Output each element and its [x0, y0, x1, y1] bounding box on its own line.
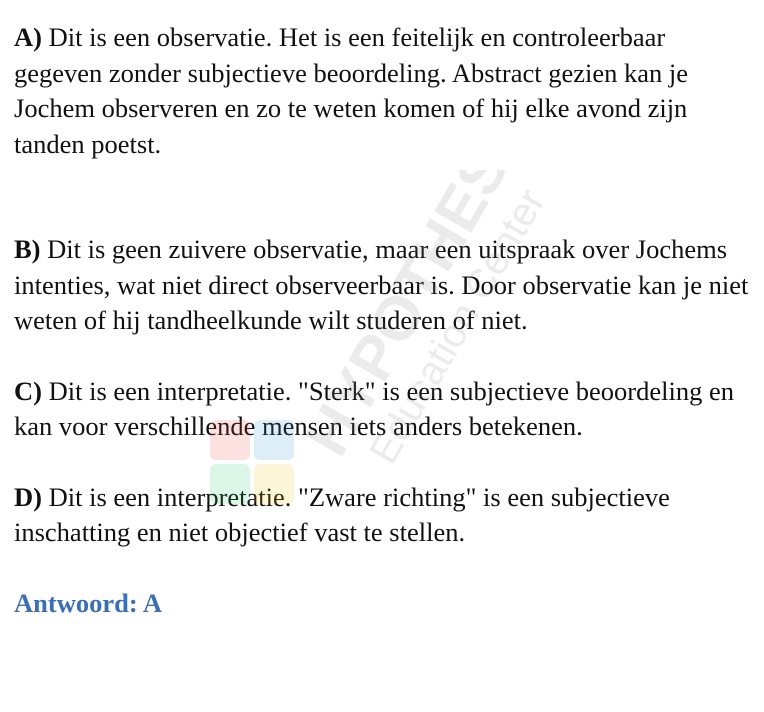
option-c: C) Dit is een interpretatie. "Sterk" is … [14, 374, 758, 445]
option-c-text: Dit is een interpretatie. "Sterk" is een… [14, 375, 734, 442]
option-a-text: Dit is een observatie. Het is een feitel… [14, 22, 689, 159]
option-d-label: D) [14, 481, 42, 512]
option-d-text: Dit is een interpretatie. "Zware richtin… [14, 481, 670, 548]
option-c-label: C) [14, 375, 42, 406]
option-b-label: B) [14, 234, 41, 264]
option-b-text: Dit is geen zuivere observatie, maar een… [14, 234, 749, 335]
option-a-label: A) [14, 22, 42, 52]
option-d: D) Dit is een interpretatie. "Zware rich… [14, 480, 758, 551]
document-body: A) Dit is een observatie. Het is een fei… [14, 20, 758, 648]
option-b: B) Dit is geen zuivere observatie, maar … [14, 232, 758, 339]
answer-line: Antwoord: A [14, 587, 162, 618]
option-a: A) Dit is een observatie. Het is een fei… [14, 20, 758, 162]
